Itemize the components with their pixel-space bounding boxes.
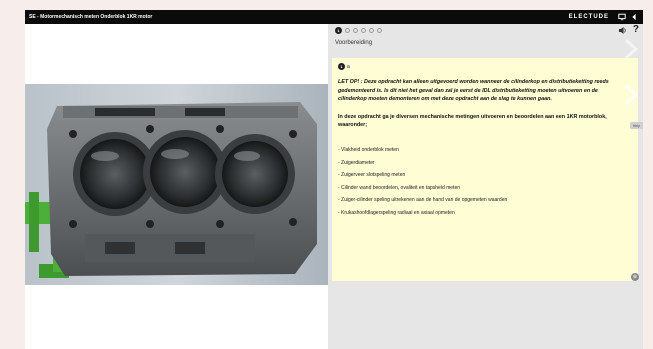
brand-logo: ELECTUDE <box>568 14 609 20</box>
outer-margin <box>0 0 25 349</box>
list-item: - Krukashoofdlagerspeling radiaal en axi… <box>338 209 455 216</box>
next-arrow-icon[interactable] <box>624 84 639 106</box>
step-dot[interactable] <box>377 28 382 33</box>
speaker-icon[interactable] <box>619 27 627 36</box>
chevron-right-icon[interactable] <box>624 38 639 60</box>
section-title: Voorbereiding <box>335 40 373 46</box>
media-pane <box>25 24 328 349</box>
list-item: - Vlakheid onderblok meten <box>338 146 399 153</box>
back-icon[interactable] <box>629 12 639 22</box>
step-number: 1 <box>338 63 345 70</box>
intro-text: In deze opdracht ga je diversen mechanis… <box>338 113 607 129</box>
step-dot[interactable] <box>345 28 350 33</box>
engine-block-photo <box>25 84 328 285</box>
warning-text: LET OP! : Deze opdracht kan alleen uitge… <box>338 79 609 103</box>
step-dot-active[interactable]: 1 <box>335 27 342 34</box>
side-tab[interactable]: Help <box>630 122 643 129</box>
step-indicator: 1 <box>335 27 382 34</box>
measurement-list: - Vlakheid onderblok meten - Zuigerdiame… <box>338 144 632 220</box>
list-item: - Zuigerveer slotspeling meten <box>338 172 406 179</box>
screen-icon[interactable] <box>617 12 627 22</box>
list-item: - Zuigerdiameter <box>338 159 375 166</box>
help-icon[interactable]: ? <box>633 24 639 35</box>
step-label: a <box>347 63 350 70</box>
list-item: - Cilinder wand beoordelen, ovaliteit en… <box>338 184 461 191</box>
instruction-card: 1 a LET OP! : Deze opdracht kan alleen u… <box>332 58 638 281</box>
step-header: 1 a <box>338 63 632 70</box>
step-dot[interactable] <box>361 28 366 33</box>
top-bar: SE - Motormechanisch meten Onderblok 1KR… <box>25 10 643 24</box>
lesson-title: SE - Motormechanisch meten Onderblok 1KR… <box>29 14 153 20</box>
expand-button[interactable]: ⊕ <box>631 273 639 281</box>
app-window: SE - Motormechanisch meten Onderblok 1KR… <box>25 10 643 349</box>
step-dot[interactable] <box>369 28 374 33</box>
list-item: - Zuiger-cilinder speling uitrekenen aan… <box>338 197 508 204</box>
instruction-pane: 1 ? Voorbereiding 1 a LET OP! : Deze opd… <box>328 24 643 349</box>
step-dot[interactable] <box>353 28 358 33</box>
